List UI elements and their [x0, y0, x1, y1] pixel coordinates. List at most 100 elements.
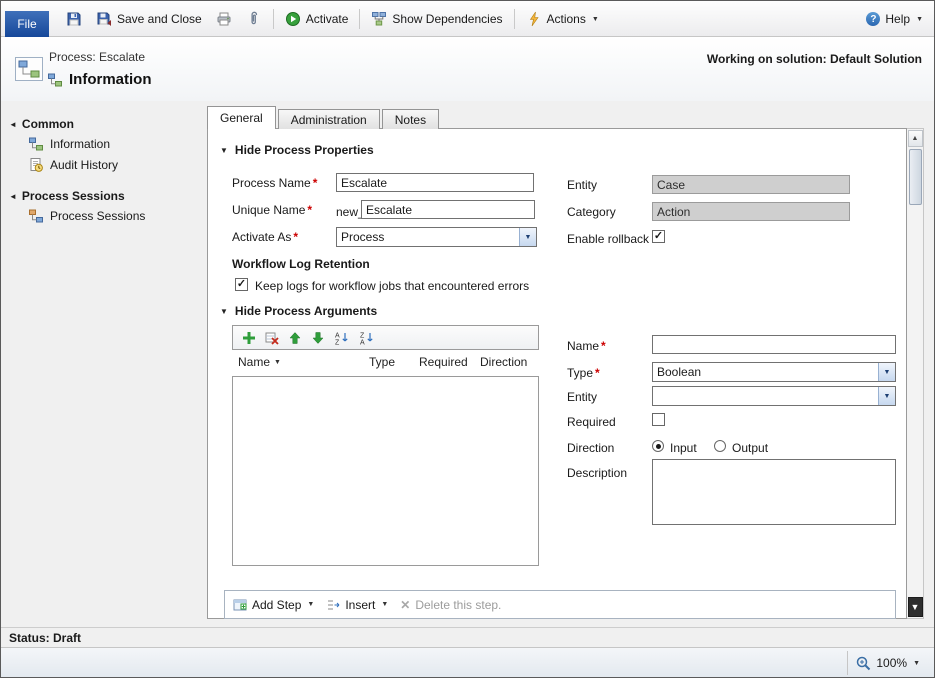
- add-argument-button[interactable]: [242, 331, 256, 345]
- show-dependencies-label: Show Dependencies: [392, 12, 503, 26]
- required-marker: *: [601, 339, 606, 353]
- argument-entity-label: Entity: [567, 390, 598, 404]
- enable-rollback-checkbox[interactable]: ✓: [652, 230, 665, 243]
- print-button[interactable]: [209, 8, 239, 30]
- scrollbar-thumb[interactable]: [908, 149, 922, 205]
- insert-label: Insert: [345, 597, 376, 612]
- sort-ascending-button[interactable]: AZ: [334, 331, 350, 345]
- help-button[interactable]: ? Help ▼: [859, 9, 930, 29]
- tab-notes-label: Notes: [394, 112, 427, 127]
- actions-caret-icon: ▼: [591, 15, 599, 23]
- tab-administration[interactable]: Administration: [277, 109, 380, 129]
- direction-input-radio[interactable]: [652, 440, 664, 452]
- show-dependencies-button[interactable]: Show Dependencies: [364, 8, 509, 30]
- add-step-icon: [233, 599, 247, 610]
- argument-required-checkbox[interactable]: [652, 413, 665, 426]
- insert-caret-icon: ▼: [381, 601, 389, 608]
- tabstrip: General Administration Notes: [207, 106, 441, 129]
- activate-as-dropdown-icon[interactable]: ▼: [519, 228, 536, 246]
- process-name-input[interactable]: Escalate: [336, 173, 534, 192]
- column-filter-icon: ▼: [274, 358, 281, 366]
- argument-name-input[interactable]: [652, 335, 896, 354]
- sidebar-section-process-sessions[interactable]: ◄ Process Sessions: [9, 189, 207, 203]
- svg-text:Z: Z: [360, 332, 365, 339]
- toolbar-separator: [359, 9, 361, 29]
- print-icon: [217, 12, 231, 26]
- add-step-button[interactable]: Add Step ▼: [233, 598, 314, 612]
- working-on-solution-label: Working on solution: Default Solution: [706, 52, 922, 66]
- insert-button[interactable]: Insert ▼: [326, 598, 388, 612]
- sidebar-item-information[interactable]: Information: [28, 136, 207, 152]
- svg-text:Z: Z: [335, 339, 340, 345]
- column-header-name[interactable]: Name ▼: [238, 355, 281, 369]
- scroll-up-button[interactable]: ▲: [907, 130, 923, 147]
- sidebar-item-audit-history[interactable]: Audit History: [28, 157, 207, 173]
- process-arguments-section-header[interactable]: ▼ Hide Process Arguments: [220, 304, 377, 318]
- check-icon: ✓: [653, 230, 664, 242]
- column-name-label: Name: [238, 355, 271, 369]
- column-direction-label: Direction: [480, 355, 528, 369]
- add-icon: [243, 331, 255, 344]
- scroll-down-button[interactable]: ▼: [907, 597, 923, 617]
- sidebar-item-process-sessions[interactable]: Process Sessions: [28, 208, 207, 224]
- delete-step-button[interactable]: ✕ Delete this step.: [400, 598, 501, 612]
- help-label: Help: [885, 12, 911, 26]
- audit-history-icon: [30, 158, 43, 172]
- delete-argument-button[interactable]: [265, 331, 279, 345]
- argument-description-textarea[interactable]: [652, 459, 896, 525]
- category-label: Category: [567, 205, 616, 219]
- unique-name-input[interactable]: Escalate: [361, 200, 535, 219]
- step-toolbar: Add Step ▼ Insert ▼ ✕ Delete this step.: [224, 590, 896, 619]
- sidebar-section-common[interactable]: ◄ Common: [9, 117, 207, 131]
- required-marker: *: [293, 230, 299, 244]
- activate-button[interactable]: Activate: [278, 8, 356, 30]
- activate-as-select[interactable]: Process ▼: [336, 227, 537, 247]
- move-up-button[interactable]: [288, 331, 302, 345]
- direction-output-radio[interactable]: [714, 440, 726, 452]
- section-collapse-icon: ▼: [220, 145, 228, 155]
- argument-type-value: Boolean: [657, 365, 702, 379]
- tab-general[interactable]: General: [207, 106, 276, 129]
- keep-logs-checkbox[interactable]: ✓: [235, 278, 248, 291]
- radio-dot: [655, 443, 661, 449]
- toolbar-items: Save and Close Activate Show Dependencie…: [59, 6, 606, 32]
- save-and-close-button[interactable]: Save and Close: [89, 8, 209, 30]
- unique-name-label-text: Unique Name: [232, 203, 306, 217]
- column-header-type[interactable]: Type: [369, 355, 395, 369]
- save-button[interactable]: [59, 8, 89, 30]
- sort-descending-button[interactable]: ZA: [359, 331, 375, 345]
- argument-type-dropdown-icon[interactable]: ▼: [878, 363, 895, 381]
- argument-entity-value: [653, 387, 878, 405]
- activate-as-label: Activate As *: [232, 230, 298, 244]
- entity-label: Entity: [567, 178, 598, 192]
- activate-as-label-text: Activate As: [232, 230, 292, 244]
- argument-required-label: Required: [567, 415, 616, 429]
- move-down-button[interactable]: [311, 331, 325, 345]
- arguments-grid-toolbar: AZ ZA: [232, 325, 539, 350]
- vertical-scrollbar[interactable]: ▲ ▼: [907, 128, 924, 619]
- sidebar: ◄ Common Information Audit History ◄ Pro…: [1, 101, 207, 627]
- process-properties-section-header[interactable]: ▼ Hide Process Properties: [220, 143, 374, 157]
- arrow-down-icon: [312, 331, 324, 344]
- sidebar-section-common-label: Common: [21, 117, 74, 131]
- direction-output-label: Output: [732, 441, 769, 455]
- column-header-direction[interactable]: Direction: [480, 355, 527, 369]
- argument-name-label: Name *: [567, 339, 606, 353]
- paperclip-icon: [251, 11, 257, 25]
- add-step-caret-icon: ▼: [307, 601, 315, 608]
- attachment-button[interactable]: [239, 8, 269, 30]
- sidebar-section-process-sessions-label: Process Sessions: [21, 189, 125, 203]
- column-header-required[interactable]: Required: [419, 355, 468, 369]
- argument-type-select[interactable]: Boolean ▼: [652, 362, 896, 382]
- argument-entity-dropdown-icon[interactable]: ▼: [878, 387, 895, 405]
- required-marker: *: [307, 203, 313, 217]
- arguments-grid-list[interactable]: [232, 376, 539, 566]
- zoom-control[interactable]: 100% ▼: [847, 651, 928, 675]
- actions-button[interactable]: Actions ▼: [519, 8, 606, 30]
- keep-logs-label: Keep logs for workflow jobs that encount…: [255, 279, 530, 293]
- process-arguments-section-label: Hide Process Arguments: [234, 304, 378, 318]
- tab-notes[interactable]: Notes: [381, 109, 440, 129]
- activate-icon: [285, 12, 300, 26]
- file-menu-button[interactable]: File: [5, 11, 49, 37]
- argument-entity-select[interactable]: ▼: [652, 386, 896, 406]
